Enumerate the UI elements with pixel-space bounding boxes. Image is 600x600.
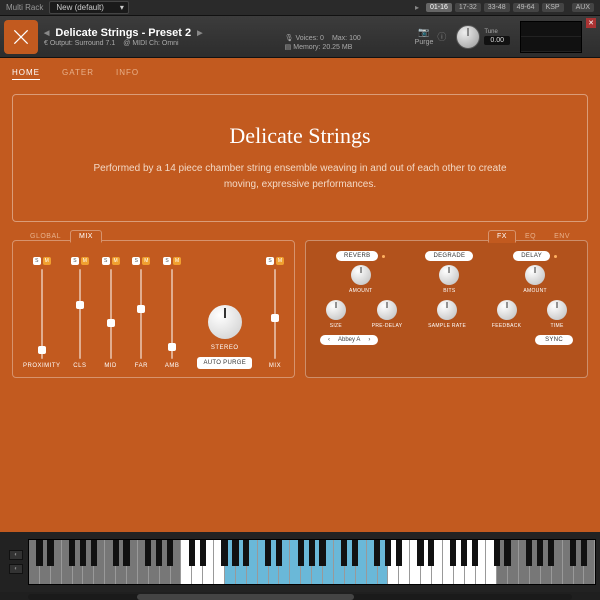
channel-chip-ksp[interactable]: KSP bbox=[542, 3, 564, 12]
tune-label: Tune bbox=[484, 29, 510, 35]
fader-far[interactable] bbox=[140, 269, 142, 359]
multi-dropdown[interactable]: New (default) bbox=[49, 1, 129, 14]
degrade-samplerate-knob[interactable] bbox=[437, 300, 457, 320]
tune-knob[interactable] bbox=[456, 25, 480, 49]
output-value[interactable]: Surround 7.1 bbox=[75, 40, 115, 47]
midi-label: MIDI Ch: bbox=[132, 40, 160, 47]
fader-amb[interactable] bbox=[171, 269, 173, 359]
hero-description: Performed by a 14 piece chamber string e… bbox=[90, 161, 510, 193]
purge-button[interactable]: Purge bbox=[415, 39, 434, 46]
modwheel-button[interactable]: ◐ bbox=[9, 564, 23, 574]
mix-panel: GLOBAL MIX SM PROXIMITY SM CLS SM MID bbox=[12, 240, 295, 378]
delay-section: DELAY AMOUNT bbox=[513, 251, 557, 294]
subtab-env[interactable]: ENV bbox=[545, 230, 579, 242]
mute-button[interactable]: M bbox=[81, 257, 89, 265]
reverb-amount-knob[interactable] bbox=[351, 265, 371, 285]
hero-panel: Delicate Strings Performed by a 14 piece… bbox=[12, 94, 588, 222]
memory-value: 20.25 MB bbox=[322, 44, 352, 51]
mute-button[interactable]: M bbox=[43, 257, 51, 265]
solo-button[interactable]: S bbox=[132, 257, 140, 265]
memory-label: Memory: bbox=[293, 44, 320, 51]
fader-cls[interactable] bbox=[79, 269, 81, 359]
scrollbar-thumb[interactable] bbox=[137, 594, 355, 600]
camera-icon[interactable]: 📷 bbox=[418, 27, 429, 38]
tune-section: Tune 0.00 bbox=[456, 25, 510, 49]
reverb-predelay-knob[interactable] bbox=[377, 300, 397, 320]
degrade-toggle[interactable]: DEGRADE bbox=[425, 251, 473, 261]
tune-display[interactable]: 0.00 bbox=[484, 36, 510, 45]
stereo-knob[interactable] bbox=[208, 305, 242, 339]
reverb-indicator-icon bbox=[382, 255, 385, 258]
instrument-logo-icon bbox=[4, 20, 38, 54]
degrade-section: DEGRADE BITS bbox=[425, 251, 473, 294]
delay-indicator-icon bbox=[554, 255, 557, 258]
solo-button[interactable]: S bbox=[163, 257, 171, 265]
autopurge-button[interactable]: AUTO PURGE bbox=[197, 357, 252, 369]
info-icon[interactable]: ⓘ bbox=[437, 30, 446, 43]
solo-button[interactable]: S bbox=[71, 257, 79, 265]
reverb-toggle[interactable]: REVERB bbox=[336, 251, 378, 261]
reverb-section: REVERB AMOUNT bbox=[336, 251, 385, 294]
tab-gater[interactable]: GATER bbox=[62, 68, 94, 80]
channel-far: SM FAR bbox=[130, 257, 153, 369]
stereo-column: STEREO AUTO PURGE bbox=[197, 305, 252, 369]
chevron-right-icon[interactable]: ▸ bbox=[415, 3, 419, 12]
instrument-main: HOME GATER INFO Delicate Strings Perform… bbox=[0, 58, 600, 532]
delay-time-knob[interactable] bbox=[547, 300, 567, 320]
subtab-eq[interactable]: EQ bbox=[516, 230, 545, 242]
channel-chip-4[interactable]: 49-64 bbox=[513, 3, 539, 12]
channel-chip-2[interactable]: 17-32 bbox=[455, 3, 481, 12]
channel-proximity: SM PROXIMITY bbox=[23, 257, 61, 369]
max-label: Max: bbox=[332, 35, 347, 42]
degrade-bits-knob[interactable] bbox=[439, 265, 459, 285]
delay-feedback-knob[interactable] bbox=[497, 300, 517, 320]
channel-amb: SM AMB bbox=[161, 257, 184, 369]
mute-button[interactable]: M bbox=[112, 257, 120, 265]
fader-mid[interactable] bbox=[110, 269, 112, 359]
keyboard-section: ◐ ◐ bbox=[0, 532, 600, 592]
sync-button[interactable]: SYNC bbox=[535, 335, 573, 345]
reverb-preset-selector[interactable]: Abbey A bbox=[320, 335, 378, 345]
channel-mid: SM MID bbox=[99, 257, 122, 369]
stereo-label: STEREO bbox=[211, 345, 239, 351]
solo-button[interactable]: S bbox=[102, 257, 110, 265]
virtual-keyboard[interactable] bbox=[28, 539, 596, 585]
midi-value[interactable]: Omni bbox=[162, 40, 179, 47]
max-value[interactable]: 100 bbox=[349, 35, 361, 42]
subtab-fx[interactable]: FX bbox=[488, 230, 516, 243]
mute-button[interactable]: M bbox=[142, 257, 150, 265]
output-meter bbox=[520, 21, 582, 53]
channel-cls: SM CLS bbox=[69, 257, 92, 369]
delay-toggle[interactable]: DELAY bbox=[513, 251, 550, 261]
channel-chip-1[interactable]: 01-16 bbox=[426, 3, 452, 12]
subtab-global[interactable]: GLOBAL bbox=[21, 230, 70, 242]
instrument-header: Delicate Strings - Preset 2 € Output: Su… bbox=[0, 16, 600, 58]
fader-proximity[interactable] bbox=[41, 269, 43, 359]
aux-chip[interactable]: AUX bbox=[572, 3, 594, 12]
subtab-mix[interactable]: MIX bbox=[70, 230, 102, 243]
voices-label: Voices: bbox=[296, 35, 319, 42]
hero-title: Delicate Strings bbox=[53, 123, 547, 149]
mute-button[interactable]: M bbox=[276, 257, 284, 265]
fx-panel: FX EQ ENV REVERB AMOUNT DEGRADE BITS DEL… bbox=[305, 240, 588, 378]
output-label: Output: bbox=[50, 40, 73, 47]
preset-title[interactable]: Delicate Strings - Preset 2 bbox=[44, 27, 285, 39]
close-button[interactable]: ✕ bbox=[586, 18, 596, 28]
channel-chip-3[interactable]: 33-48 bbox=[484, 3, 510, 12]
voices-value: 0 bbox=[320, 35, 324, 42]
main-tabs: HOME GATER INFO bbox=[12, 68, 588, 80]
reverb-size-knob[interactable] bbox=[326, 300, 346, 320]
pitchbend-button[interactable]: ◐ bbox=[9, 550, 23, 560]
keyboard-scrollbar[interactable] bbox=[28, 594, 572, 600]
tab-home[interactable]: HOME bbox=[12, 68, 40, 80]
solo-button[interactable]: S bbox=[266, 257, 274, 265]
fader-mix[interactable] bbox=[274, 269, 276, 359]
tab-info[interactable]: INFO bbox=[116, 68, 139, 80]
delay-amount-knob[interactable] bbox=[525, 265, 545, 285]
channel-mix: SM MIX bbox=[266, 257, 284, 369]
mute-button[interactable]: M bbox=[173, 257, 181, 265]
solo-button[interactable]: S bbox=[33, 257, 41, 265]
topbar-label: Multi Rack bbox=[6, 3, 43, 12]
app-topbar: Multi Rack New (default) ▸ 01-16 17-32 3… bbox=[0, 0, 600, 16]
